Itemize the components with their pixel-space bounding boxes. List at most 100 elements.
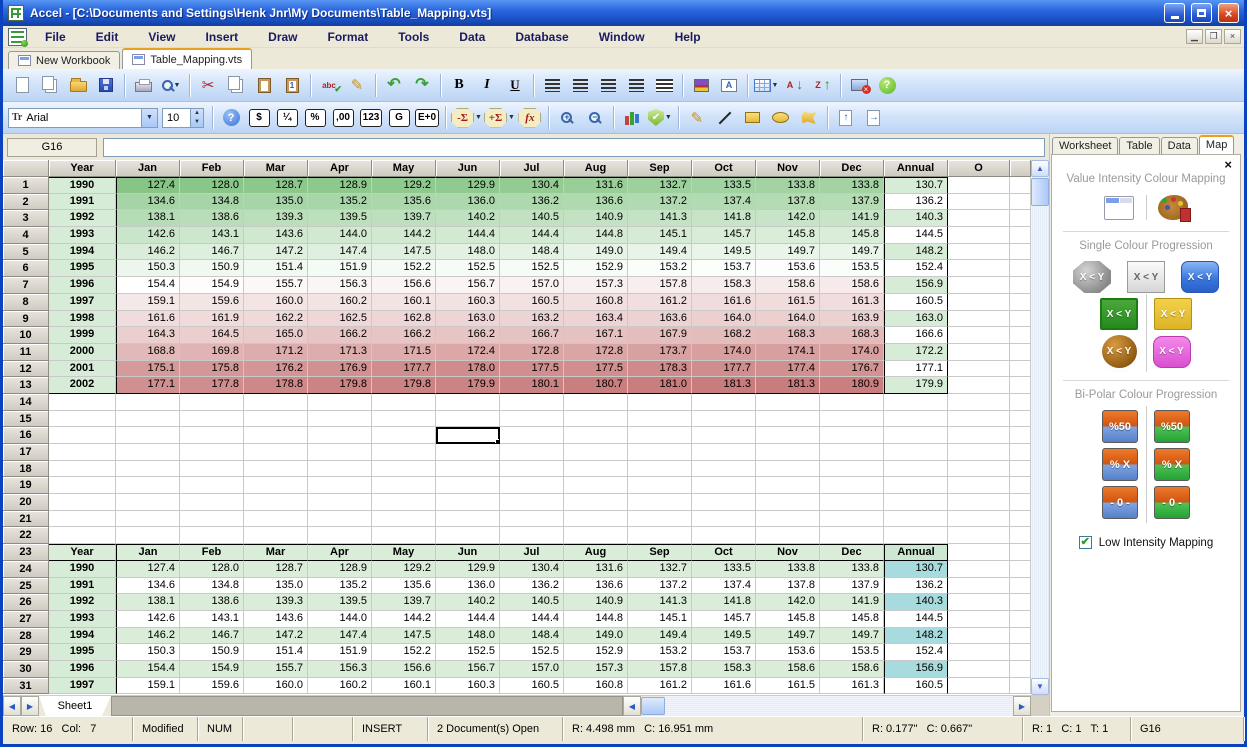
toolbar-underline-button[interactable]: U: [502, 72, 528, 98]
cell[interactable]: 177.1: [116, 377, 180, 394]
cell[interactable]: 152.2: [372, 644, 436, 661]
toolbar-spell-check-button[interactable]: abc: [316, 72, 342, 98]
cell[interactable]: [180, 427, 244, 444]
cell[interactable]: 1995: [49, 260, 116, 277]
row-header-3[interactable]: 3: [3, 210, 49, 227]
cell[interactable]: 161.2: [628, 678, 692, 695]
cell[interactable]: 137.2: [628, 578, 692, 595]
cell[interactable]: 134.6: [116, 578, 180, 595]
cell[interactable]: 1990: [49, 177, 116, 194]
cell[interactable]: 160.2: [308, 678, 372, 695]
cell[interactable]: 144.5: [884, 227, 948, 244]
cell[interactable]: [372, 511, 436, 528]
cell[interactable]: [948, 344, 1010, 361]
cell[interactable]: [372, 494, 436, 511]
cell[interactable]: 172.4: [436, 344, 500, 361]
cell[interactable]: [948, 544, 1010, 561]
cell[interactable]: 177.7: [372, 361, 436, 378]
cell[interactable]: 127.4: [116, 177, 180, 194]
cell[interactable]: 149.0: [564, 244, 628, 261]
cell[interactable]: 161.6: [116, 311, 180, 328]
cell[interactable]: [948, 260, 1010, 277]
mdi-close-button[interactable]: ×: [1224, 29, 1241, 44]
cell[interactable]: [948, 427, 1010, 444]
column-header-dec[interactable]: Dec: [820, 160, 884, 177]
cell[interactable]: 168.3: [820, 327, 884, 344]
cell[interactable]: 153.7: [692, 644, 756, 661]
cell[interactable]: [948, 611, 1010, 628]
cell[interactable]: 144.5: [884, 611, 948, 628]
cell[interactable]: [820, 477, 884, 494]
cell[interactable]: 156.7: [436, 661, 500, 678]
cell[interactable]: [372, 427, 436, 444]
cell[interactable]: [884, 494, 948, 511]
column-header-aug[interactable]: Aug: [564, 160, 628, 177]
cell[interactable]: 152.4: [884, 644, 948, 661]
cell[interactable]: 1993: [49, 611, 116, 628]
toolbar-cell-style-button[interactable]: A: [716, 72, 742, 98]
cell[interactable]: [372, 461, 436, 478]
panel-tab-map[interactable]: Map: [1199, 135, 1234, 154]
dropdown-arrow-icon[interactable]: ▼: [772, 82, 779, 89]
cell[interactable]: [308, 494, 372, 511]
map-button-orange-green-X[interactable]: % X: [1154, 448, 1190, 481]
cell[interactable]: 155.7: [244, 661, 308, 678]
cell[interactable]: 153.7: [692, 260, 756, 277]
cell[interactable]: [948, 628, 1010, 645]
cell[interactable]: [180, 511, 244, 528]
cell[interactable]: 181.3: [756, 377, 820, 394]
toolbar-sort-ascending-button[interactable]: Z: [809, 72, 835, 98]
cell[interactable]: 152.5: [436, 644, 500, 661]
cell[interactable]: [948, 227, 1010, 244]
cell[interactable]: 178.3: [628, 361, 692, 378]
cell[interactable]: 138.1: [116, 594, 180, 611]
cell[interactable]: [948, 644, 1010, 661]
cell[interactable]: 153.2: [628, 260, 692, 277]
cell[interactable]: 134.8: [180, 194, 244, 211]
horizontal-scroll-thumb[interactable]: [641, 697, 665, 715]
cell[interactable]: 140.5: [500, 594, 564, 611]
cell[interactable]: 1990: [49, 561, 116, 578]
cell[interactable]: 134.6: [116, 194, 180, 211]
toolbar-scientific-button[interactable]: E+0: [414, 105, 440, 131]
cell[interactable]: 145.8: [820, 227, 884, 244]
cell[interactable]: [756, 444, 820, 461]
cell[interactable]: 164.3: [116, 327, 180, 344]
cell[interactable]: [116, 494, 180, 511]
cell[interactable]: [244, 427, 308, 444]
cell[interactable]: [49, 527, 116, 544]
cell[interactable]: [948, 494, 1010, 511]
cell[interactable]: [244, 411, 308, 428]
row-header-21[interactable]: 21: [3, 511, 49, 528]
cell[interactable]: 149.4: [628, 244, 692, 261]
cell[interactable]: 160.3: [436, 678, 500, 695]
cell[interactable]: [244, 494, 308, 511]
formula-input[interactable]: [103, 138, 1045, 157]
cell[interactable]: 2001: [49, 361, 116, 378]
cell[interactable]: 143.1: [180, 611, 244, 628]
cell[interactable]: 149.0: [564, 628, 628, 645]
cell[interactable]: [820, 427, 884, 444]
cell[interactable]: 138.6: [180, 210, 244, 227]
cell[interactable]: Jul: [500, 544, 564, 561]
row-header-2[interactable]: 2: [3, 194, 49, 211]
cell[interactable]: 153.2: [628, 644, 692, 661]
cell[interactable]: 1991: [49, 578, 116, 595]
toolbar-help-add-button[interactable]: ?: [218, 105, 244, 131]
cell[interactable]: 136.2: [884, 194, 948, 211]
toolbar-sort-descending-button[interactable]: A: [781, 72, 807, 98]
cell[interactable]: [500, 477, 564, 494]
cell[interactable]: [628, 411, 692, 428]
cell[interactable]: 135.2: [308, 194, 372, 211]
cell[interactable]: 172.2: [884, 344, 948, 361]
scroll-down-icon[interactable]: ▼: [1031, 678, 1049, 695]
row-header-25[interactable]: 25: [3, 578, 49, 595]
cell[interactable]: [564, 527, 628, 544]
cell[interactable]: 139.5: [308, 210, 372, 227]
cell[interactable]: [500, 394, 564, 411]
mdi-minimize-button[interactable]: ▁: [1186, 29, 1203, 44]
cell[interactable]: 180.1: [500, 377, 564, 394]
cell[interactable]: [628, 511, 692, 528]
cell[interactable]: [308, 444, 372, 461]
cell[interactable]: 146.2: [116, 628, 180, 645]
